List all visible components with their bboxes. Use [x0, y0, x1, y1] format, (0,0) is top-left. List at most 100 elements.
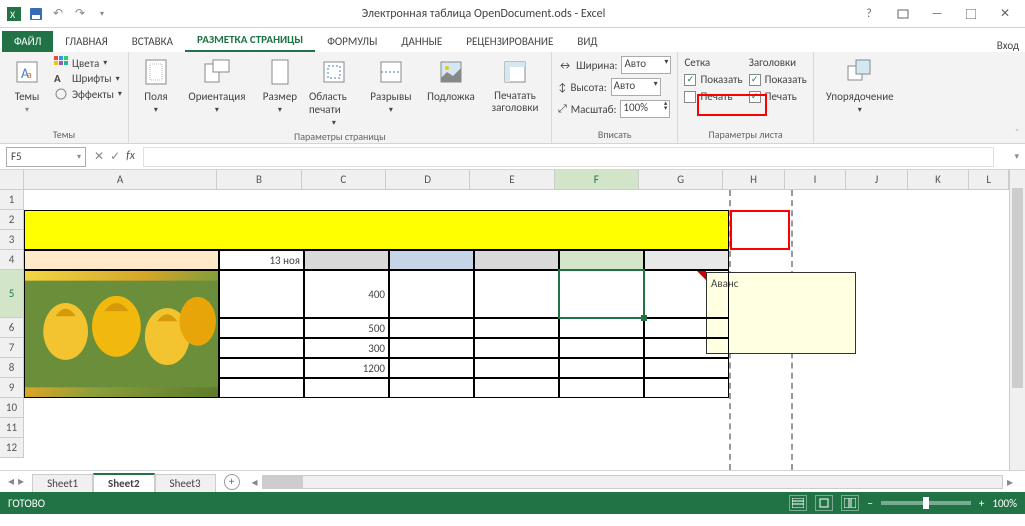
- cell[interactable]: [219, 338, 304, 358]
- cell[interactable]: [474, 270, 559, 318]
- add-sheet-button[interactable]: +: [224, 474, 240, 490]
- tab-data[interactable]: ДАННЫЕ: [389, 31, 454, 52]
- formula-input[interactable]: [143, 147, 994, 167]
- row-header[interactable]: 4: [0, 250, 24, 270]
- cell[interactable]: [559, 318, 644, 338]
- print-area-button[interactable]: Область печати▾: [309, 56, 359, 128]
- cell[interactable]: [644, 270, 729, 318]
- scale-spinner[interactable]: 100%▴▾: [620, 100, 670, 118]
- sheet-next-icon[interactable]: ▸: [18, 474, 24, 489]
- cell[interactable]: [389, 338, 474, 358]
- zoom-slider[interactable]: [881, 501, 971, 505]
- close-icon[interactable]: ✕: [993, 4, 1017, 24]
- vertical-scrollbar[interactable]: [1009, 170, 1025, 470]
- row-header[interactable]: 2: [0, 210, 24, 230]
- tab-review[interactable]: РЕЦЕНЗИРОВАНИЕ: [454, 31, 565, 52]
- column-header[interactable]: L: [969, 170, 1009, 190]
- zoom-thumb[interactable]: [923, 497, 929, 509]
- cell[interactable]: [304, 250, 389, 270]
- themes-button[interactable]: Aa Темы ▾: [6, 56, 48, 115]
- cell[interactable]: [219, 270, 304, 318]
- collapse-ribbon-icon[interactable]: ˇ: [1015, 126, 1019, 139]
- column-header[interactable]: A: [24, 170, 217, 190]
- row-header[interactable]: 10: [0, 398, 24, 418]
- cell[interactable]: [219, 318, 304, 338]
- column-header[interactable]: J: [846, 170, 908, 190]
- row-header[interactable]: 5: [0, 270, 24, 318]
- yellow-merged-cell[interactable]: [24, 210, 729, 250]
- margins-button[interactable]: Поля▾: [135, 56, 177, 115]
- tab-page-layout[interactable]: РАЗМЕТКА СТРАНИЦЫ: [185, 29, 315, 52]
- cell[interactable]: [474, 358, 559, 378]
- scroll-left-icon[interactable]: ◂: [248, 475, 262, 489]
- cell[interactable]: [474, 378, 559, 398]
- tab-home[interactable]: ГЛАВНАЯ: [53, 31, 119, 52]
- column-header[interactable]: K: [908, 170, 970, 190]
- help-icon[interactable]: ?: [857, 4, 881, 24]
- gridlines-show-checkbox[interactable]: ✓Показать: [684, 73, 742, 86]
- column-header[interactable]: H: [723, 170, 785, 190]
- cell[interactable]: [304, 378, 389, 398]
- sheet-tab-2[interactable]: Sheet2: [93, 473, 155, 492]
- headings-show-checkbox[interactable]: ✓Показать: [749, 73, 807, 86]
- normal-view-icon[interactable]: [789, 495, 807, 511]
- row-header[interactable]: 3: [0, 230, 24, 250]
- cell[interactable]: [389, 318, 474, 338]
- cell[interactable]: [474, 318, 559, 338]
- page-break-view-icon[interactable]: [841, 495, 859, 511]
- embedded-image[interactable]: [25, 271, 218, 397]
- cell[interactable]: 300: [304, 338, 389, 358]
- cell[interactable]: [644, 338, 729, 358]
- cell[interactable]: [644, 378, 729, 398]
- maximize-icon[interactable]: [959, 4, 983, 24]
- background-button[interactable]: Подложка: [423, 56, 479, 103]
- breaks-button[interactable]: Разрывы▾: [365, 56, 417, 115]
- cell[interactable]: [389, 358, 474, 378]
- ribbon-options-icon[interactable]: [891, 4, 915, 24]
- column-header[interactable]: D: [386, 170, 470, 190]
- print-titles-button[interactable]: Печатать заголовки: [485, 56, 545, 114]
- fonts-button[interactable]: AШрифты▾: [54, 72, 122, 85]
- cell[interactable]: [559, 250, 644, 270]
- cell[interactable]: [644, 358, 729, 378]
- column-header[interactable]: B: [217, 170, 301, 190]
- sheet-tab-1[interactable]: Sheet1: [32, 474, 93, 492]
- column-header[interactable]: I: [785, 170, 847, 190]
- undo-icon[interactable]: ↶: [50, 6, 66, 22]
- row-header[interactable]: 12: [0, 438, 24, 458]
- fill-handle[interactable]: [641, 315, 647, 321]
- cell[interactable]: [389, 378, 474, 398]
- tab-view[interactable]: ВИД: [565, 31, 609, 52]
- cell[interactable]: [559, 338, 644, 358]
- cell[interactable]: 400: [304, 270, 389, 318]
- row-header[interactable]: 8: [0, 358, 24, 378]
- size-button[interactable]: Размер▾: [257, 56, 303, 115]
- cell[interactable]: 13 ноя: [219, 250, 304, 270]
- column-header[interactable]: E: [470, 170, 554, 190]
- scroll-right-icon[interactable]: ▸: [1003, 475, 1017, 489]
- expand-formula-icon[interactable]: ▾: [1014, 151, 1019, 162]
- scrollbar-thumb[interactable]: [263, 476, 303, 488]
- login-link[interactable]: Вход: [997, 39, 1025, 52]
- row-header[interactable]: 1: [0, 190, 24, 210]
- zoom-in-icon[interactable]: +: [979, 497, 984, 510]
- cell[interactable]: [474, 250, 559, 270]
- minimize-icon[interactable]: —: [925, 4, 949, 24]
- zoom-level[interactable]: 100%: [992, 497, 1017, 510]
- cell[interactable]: [474, 338, 559, 358]
- height-dropdown[interactable]: Авто ▾: [611, 78, 661, 96]
- horizontal-scrollbar[interactable]: ◂ ▸: [248, 475, 1017, 489]
- cell[interactable]: [644, 250, 729, 270]
- width-dropdown[interactable]: Авто ▾: [621, 56, 671, 74]
- tab-formulas[interactable]: ФОРМУЛЫ: [315, 31, 389, 52]
- column-header[interactable]: G: [639, 170, 723, 190]
- cell[interactable]: 1200: [304, 358, 389, 378]
- cell-area[interactable]: Аванс 13 ноя4005003001200: [24, 190, 1009, 470]
- enter-formula-icon[interactable]: ✓: [110, 149, 120, 164]
- scrollbar-thumb[interactable]: [1012, 188, 1023, 388]
- colors-button[interactable]: Цвета▾: [54, 56, 122, 70]
- cell[interactable]: [644, 318, 729, 338]
- tab-file[interactable]: ФАЙЛ: [2, 31, 53, 52]
- column-header[interactable]: C: [302, 170, 386, 190]
- row-header[interactable]: 6: [0, 318, 24, 338]
